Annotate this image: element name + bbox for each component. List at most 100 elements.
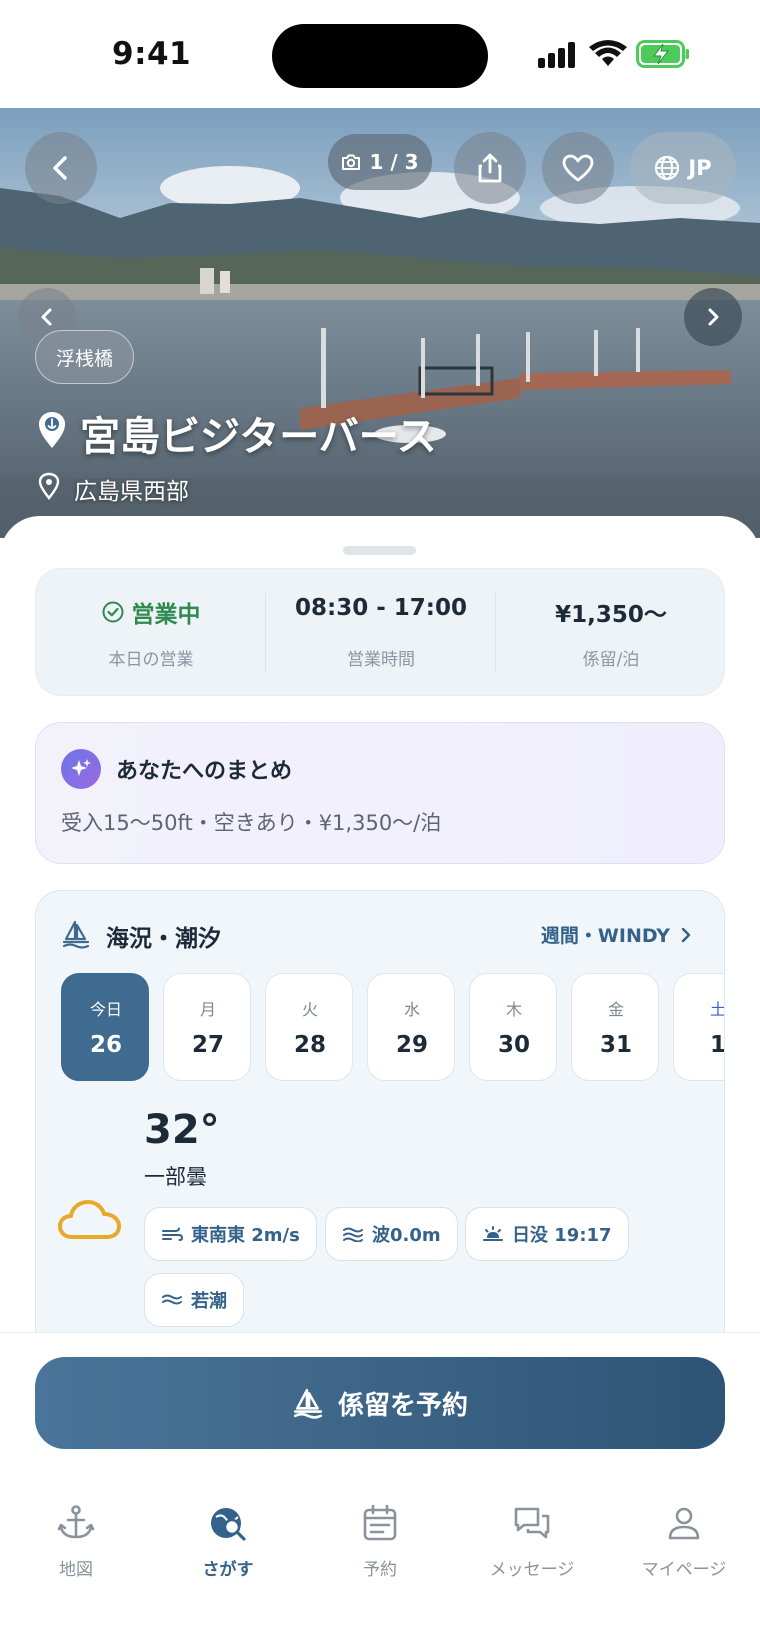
sparkle-icon <box>61 749 101 789</box>
details-sheet: 営業中 本日の営業 08:30 - 17:00 営業時間 ¥1,350〜 係留/… <box>0 516 760 1336</box>
sailboat-icon <box>293 1388 323 1419</box>
day-item-today[interactable]: 今日 26 <box>61 973 149 1081</box>
battery-charging-icon <box>636 40 689 68</box>
summary-body: 受入15〜50ft・空きあり・¥1,350〜/泊 <box>61 811 442 835</box>
hours-column: 08:30 - 17:00 営業時間 <box>266 569 496 697</box>
day-date: 27 <box>191 1032 224 1058</box>
sea-conditions-card: 海況・潮汐 週間・WINDY 今日 26 月 27 火 28 水 29 木 30… <box>35 890 725 1336</box>
tab-bar: 地図 さがす 予約 メッセージ マイページ <box>0 1503 760 1593</box>
wind-text: 東南東 2m/s <box>191 1225 300 1246</box>
chevron-right-icon <box>708 308 719 326</box>
chevron-right-icon <box>681 927 691 942</box>
reserve-mooring-label: 係留を予約 <box>337 1390 468 1421</box>
message-icon <box>514 1507 550 1539</box>
berth-type-tag: 浮桟橋 <box>35 330 135 384</box>
chevron-left-icon <box>53 156 67 180</box>
cellular-signal-icon <box>538 42 575 68</box>
tide-chip[interactable]: 若潮 <box>144 1273 244 1327</box>
day-date: 26 <box>89 1032 122 1058</box>
weather-condition: 一部曇 <box>144 1165 207 1189</box>
day-item[interactable]: 土 1 <box>673 973 725 1081</box>
reserve-mooring-button[interactable]: 係留を予約 <box>35 1357 725 1449</box>
anchor-icon <box>57 1505 95 1539</box>
day-item[interactable]: 水 29 <box>367 973 455 1081</box>
wave-text: 波0.0m <box>372 1225 441 1246</box>
dynamic-island <box>272 24 488 88</box>
tab-map[interactable]: 地図 <box>0 1503 152 1593</box>
hero-image-area: 1 / 3 JP 浮桟橋 宮島ビジターバース 広島県西部 <box>0 108 760 538</box>
day-item[interactable]: 火 28 <box>265 973 353 1081</box>
camera-icon <box>342 154 361 170</box>
wind-icon <box>162 1227 183 1241</box>
chevron-left-icon <box>41 308 52 326</box>
marina-location: 広島県西部 <box>74 479 189 505</box>
search-map-icon <box>211 1508 246 1541</box>
tab-label: 地図 <box>59 1560 93 1580</box>
tab-messages[interactable]: メッセージ <box>456 1503 608 1593</box>
open-status-label: 本日の営業 <box>108 650 194 670</box>
day-weekday: 水 <box>403 1000 420 1019</box>
cloud-icon <box>58 1200 121 1239</box>
status-column: 営業中 本日の営業 <box>36 569 266 697</box>
summary-title: あなたへのまとめ <box>116 759 293 784</box>
day-date: 28 <box>293 1032 326 1058</box>
price-column: ¥1,350〜 係留/泊 <box>496 569 726 697</box>
day-weekday: 今日 <box>89 1000 122 1019</box>
day-date: 1 <box>709 1032 725 1058</box>
tab-search[interactable]: さがす <box>152 1503 304 1593</box>
day-weekday: 木 <box>505 1000 522 1019</box>
sunset-icon <box>483 1226 503 1241</box>
status-bar: 9:41 <box>0 0 760 108</box>
language-button[interactable]: JP <box>630 132 736 204</box>
tab-label: 予約 <box>363 1560 397 1580</box>
day-weekday: 月 <box>199 1000 216 1019</box>
location-pin-icon <box>38 472 60 500</box>
day-date: 30 <box>497 1032 530 1058</box>
sailboat-icon <box>62 920 90 949</box>
wifi-icon <box>589 40 627 66</box>
day-date: 31 <box>599 1032 632 1058</box>
favorite-button[interactable] <box>542 132 614 204</box>
day-item[interactable]: 月 27 <box>163 973 251 1081</box>
price-value: ¥1,350〜 <box>555 602 667 628</box>
language-label: JP <box>688 156 712 180</box>
day-item[interactable]: 金 31 <box>571 973 659 1081</box>
sea-conditions-title: 海況・潮汐 <box>106 926 221 952</box>
weekly-windy-label: 週間・WINDY <box>540 925 670 947</box>
tide-icon <box>162 1294 182 1305</box>
price-label: 係留/泊 <box>582 650 640 670</box>
next-photo-button[interactable] <box>684 288 742 346</box>
tab-mypage[interactable]: マイページ <box>608 1503 760 1593</box>
share-icon <box>478 153 502 183</box>
heart-icon <box>562 154 594 182</box>
wave-icon <box>343 1227 363 1242</box>
tab-reservations[interactable]: 予約 <box>304 1503 456 1593</box>
weekly-windy-link[interactable]: 週間・WINDY <box>541 921 692 948</box>
marina-title: 宮島ビジターバース <box>80 414 437 460</box>
sheet-handle[interactable] <box>343 546 416 555</box>
tide-text: 若潮 <box>191 1291 227 1312</box>
tab-label: メッセージ <box>489 1560 575 1580</box>
hours-label: 営業時間 <box>347 650 415 670</box>
day-item[interactable]: 木 30 <box>469 973 557 1081</box>
hours-value: 08:30 - 17:00 <box>295 595 467 621</box>
photo-counter-text: 1 / 3 <box>369 150 419 174</box>
tab-label: さがす <box>202 1560 254 1580</box>
share-button[interactable] <box>454 132 526 204</box>
back-button[interactable] <box>25 132 97 204</box>
temperature: 32° <box>144 1107 220 1153</box>
globe-icon <box>655 155 680 181</box>
summary-card[interactable]: あなたへのまとめ 受入15〜50ft・空きあり・¥1,350〜/泊 <box>35 722 725 864</box>
photo-counter-button[interactable]: 1 / 3 <box>328 134 432 190</box>
marina-pin-icon <box>39 412 65 448</box>
open-status: 営業中 <box>36 595 266 629</box>
wave-chip[interactable]: 波0.0m <box>325 1207 458 1261</box>
business-info-card: 営業中 本日の営業 08:30 - 17:00 営業時間 ¥1,350〜 係留/… <box>35 568 725 696</box>
sunset-chip[interactable]: 日没 19:17 <box>465 1207 629 1261</box>
day-weekday: 金 <box>607 1000 624 1019</box>
status-time: 9:41 <box>112 36 192 72</box>
tab-label: マイページ <box>641 1560 727 1580</box>
wind-chip[interactable]: 東南東 2m/s <box>144 1207 317 1261</box>
day-selector: 今日 26 月 27 火 28 水 29 木 30 金 31 土 1 <box>61 973 725 1083</box>
day-date: 29 <box>395 1032 428 1058</box>
